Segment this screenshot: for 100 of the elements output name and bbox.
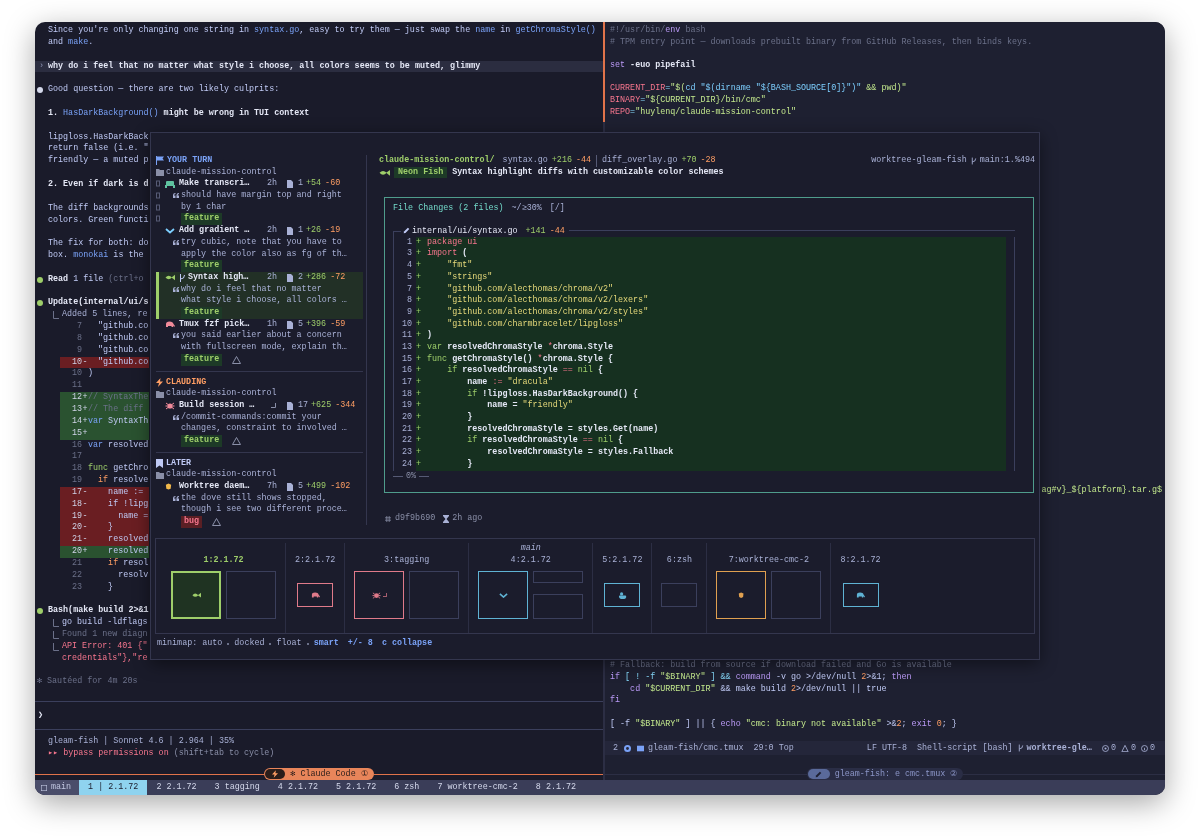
message-text: The fix for both: do [48, 238, 149, 250]
group-title: LATER [166, 457, 192, 469]
tool-output: go build -ldflags [62, 617, 148, 629]
diff-line: 22 resolv [70, 569, 149, 582]
code-line: # Fallback: build from source if download failed and Go is available [610, 660, 952, 672]
window-label[interactable]: 4:2.1.72 [510, 554, 551, 567]
scroll-position: Top [778, 742, 794, 755]
code-line: if [ ! -f "$BINARY" ] && command -v go >/dev/null 2>&1; then [610, 671, 912, 684]
window-tab[interactable]: 1 | 2.1.72 [79, 780, 148, 795]
minimap-mode[interactable]: docked [234, 638, 265, 650]
code-line: REPO="huylenq/claude-mission-control" [610, 106, 796, 119]
lines-removed: -59 [330, 318, 346, 331]
quote-icon [173, 333, 179, 339]
session-quote: try cubic, note that you have to apply the color also as fg of th… [181, 236, 347, 260]
quote-icon [173, 286, 179, 292]
lightning-icon [272, 770, 279, 778]
session-tag: feature [181, 353, 223, 366]
tool-call: Good question — there are two likely culprits: [48, 84, 280, 97]
fish-icon [379, 168, 390, 177]
folder-icon [156, 169, 164, 177]
flag-icon [156, 156, 164, 166]
message-text: box. monokai is the [48, 250, 144, 262]
chevron-icon [165, 228, 175, 234]
folder-icon [156, 471, 164, 479]
file-path: internal/ui/syntax.go [412, 224, 518, 237]
encoding: UTF-8 [881, 742, 908, 755]
window-label[interactable]: 5:2.1.72 [602, 554, 643, 567]
blob-icon [738, 592, 745, 599]
diff-line: 23 } [70, 581, 115, 594]
minimap-mode[interactable]: float [276, 638, 302, 650]
file-path: gleam-fish/cmc.tmux [648, 742, 744, 755]
session-item[interactable]: Worktree daem… 7h 5 +499 -102 the dove still shows stopped, though i see two different proce… bug [156, 481, 363, 528]
file-count: 17 [298, 399, 309, 412]
scroll-percent: 0% [406, 470, 417, 483]
group-title: YOUR TURN [167, 155, 213, 167]
window-tab[interactable]: 5 2.1.72 [327, 780, 386, 795]
window-tab[interactable]: 7 worktree-cmc-2 [428, 780, 527, 795]
session-icon [41, 784, 47, 791]
permission-mode: ▸▸ bypass permissions on (shift+tab to cycle) [48, 747, 275, 760]
session-quote: /commit-commands:commit your changes, constraint to involved … [181, 411, 347, 435]
window-tab[interactable]: 2 2.1.72 [147, 780, 206, 795]
lightning-icon [156, 377, 163, 387]
code-line: set -euo pipefail [610, 60, 696, 72]
session-item[interactable]: Tmux fzf pick… 1h 5 +396 -59 you said earlier about a concern with fullscreen mode, explain th… feature [156, 318, 363, 366]
lines-added: +54 [306, 178, 322, 190]
diff-line: 8 "github.co [75, 332, 149, 345]
session-item[interactable]: Syntax high… 2h 2 +286 -72 why do i feel that no matter what style i choose, all colors … feature [156, 271, 363, 319]
window-tab[interactable]: 3 tagging [205, 780, 269, 795]
window-label[interactable]: 8:2.1.72 [840, 554, 881, 567]
tool-call: Read 1 file (ctrl+o [48, 273, 144, 286]
lines-removed: -44 [575, 155, 592, 167]
line-ending: LF [866, 742, 877, 755]
file-count: 5 [298, 481, 304, 493]
session-title: Make transcri… [179, 178, 250, 190]
session-age: 1h [267, 318, 278, 330]
window-label[interactable]: 6:zsh [666, 554, 692, 567]
tool-output: Found 1 new diagn [62, 629, 148, 641]
key-hint: +/- 8 [347, 638, 373, 650]
window-tab[interactable]: 4 2.1.72 [268, 780, 328, 795]
commit-age: 2h ago [452, 513, 483, 525]
error-count: 0 [1110, 742, 1116, 755]
branch-icon [970, 156, 977, 165]
session-item[interactable]: Build session … 17 +625 -344 /commit-commands:commit your changes, constraint to involved … feature [156, 399, 363, 447]
chevron-icon [498, 592, 508, 599]
fish-icon [191, 592, 201, 599]
worktree-name: worktree-gleam-fish [871, 155, 967, 167]
window-label[interactable]: 3:tagging [384, 554, 430, 567]
window-label[interactable]: 7:worktree-cmc-2 [728, 554, 810, 567]
session-age: 7h [267, 481, 278, 493]
window-tab[interactable]: 8 2.1.72 [526, 780, 586, 795]
lines-added: +70 [681, 155, 697, 167]
message-text: Since you're only changing one string in syntax.go, easy to try them — just swap the name in getChromaStyle() [48, 25, 596, 37]
file-type: Shell-script [bash] [917, 742, 1013, 755]
message-text: The diff backgrounds [48, 202, 149, 215]
agent-badge: Neon Fish [394, 166, 448, 179]
diff-line: 16 var resolved [70, 439, 149, 452]
prompt-input[interactable]: ❯ [38, 709, 44, 722]
diff-line: 17 [70, 451, 83, 464]
window-label[interactable]: 1:2.1.72 [203, 554, 244, 567]
status-note: ✻ Sautéed for 4m 20s [37, 676, 138, 689]
elephant-icon [165, 320, 175, 329]
fish-icon [165, 274, 175, 282]
session-item[interactable]: Add gradient … 2h 1 +26 -19 try cubic, note that you have to apply the color also as fg of th… feature [156, 225, 363, 272]
window-label[interactable]: 2:2.1.72 [295, 554, 336, 567]
quote-icon [173, 414, 179, 420]
session-title: Syntax highlight diffs with customizable color schemes [452, 166, 724, 179]
file-count: 2 [298, 271, 304, 284]
pencil-icon [815, 770, 823, 778]
session-tag: feature [181, 213, 223, 226]
quote-icon [173, 495, 179, 501]
minimap-mode[interactable]: auto [202, 638, 223, 650]
pencil-icon [403, 227, 410, 235]
lines-removed: -44 [549, 224, 565, 238]
diff-line: 18 func getChro [70, 463, 149, 475]
minimap-mode[interactable]: smart [313, 638, 339, 650]
pane-number: 2 [613, 742, 619, 755]
lines-added: +26 [306, 225, 322, 237]
session-name[interactable]: main [35, 780, 80, 795]
window-tab[interactable]: 6 zsh [385, 780, 429, 795]
session-item[interactable]: Make transcri… 2h 1 +54 -60 should have margin top and right by 1 char feature [156, 178, 363, 226]
